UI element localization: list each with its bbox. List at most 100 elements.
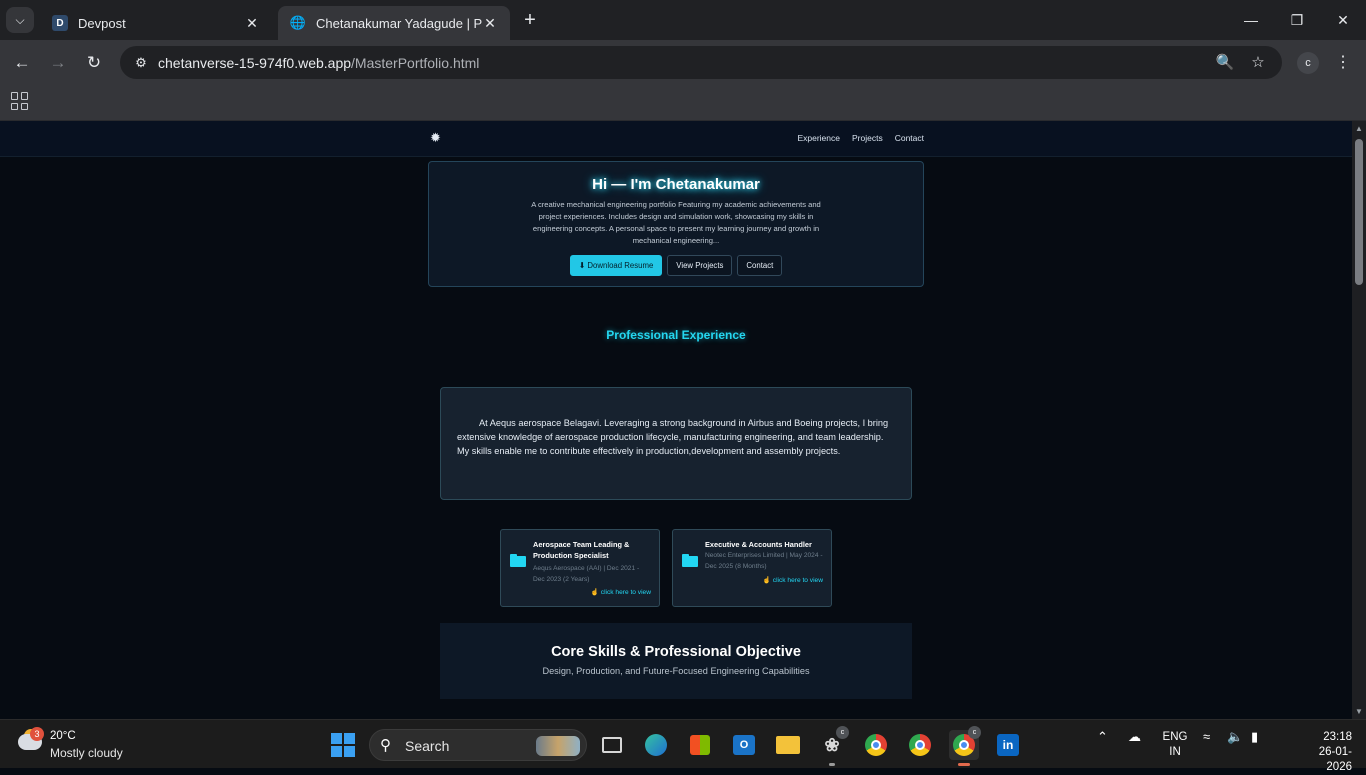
- pointer-hand-icon: ☝: [590, 589, 601, 596]
- devpost-favicon-icon: D: [52, 15, 68, 31]
- browser-toolbar: ← → ↻ ⚙ chetanverse-15-974f0.web.app/Mas…: [0, 40, 1366, 85]
- card-view-label: click here to view: [772, 577, 823, 584]
- weather-badge: 3: [30, 727, 44, 741]
- tab-title: Devpost: [78, 15, 126, 31]
- language-line2: IN: [1169, 746, 1181, 758]
- profile-avatar[interactable]: c: [1297, 52, 1319, 74]
- taskbar-search[interactable]: ⚲ Search: [369, 729, 587, 761]
- scrollbar-thumb[interactable]: [1355, 139, 1363, 285]
- browser-tab-strip: ⌵ D Devpost ✕ 🌐 Chetanakumar Yadagude | …: [0, 0, 1366, 40]
- experience-section-title: Professional Experience: [606, 328, 746, 342]
- minimize-window-button[interactable]: —: [1228, 0, 1274, 40]
- windows-logo-icon: [331, 733, 355, 757]
- tab-devpost[interactable]: D Devpost ✕: [40, 6, 272, 40]
- globe-favicon-icon: 🌐: [289, 15, 307, 30]
- hero-section: Hi — I'm Chetanakumar A creative mechani…: [428, 161, 924, 287]
- card-title: Aerospace Team Leading & Production Spec…: [533, 540, 630, 560]
- linkedin-icon[interactable]: in: [993, 730, 1023, 760]
- skills-title: Core Skills & Professional Objective: [551, 644, 801, 660]
- bookmark-star-icon[interactable]: ☆: [1247, 52, 1269, 74]
- scroll-down-icon[interactable]: ▼: [1355, 707, 1363, 716]
- battery-icon[interactable]: ▮: [1251, 729, 1258, 745]
- close-tab-icon[interactable]: ✕: [244, 15, 260, 32]
- skills-section: Core Skills & Professional Objective Des…: [440, 623, 912, 699]
- card-title: Executive & Accounts Handler: [705, 540, 812, 549]
- edge-icon[interactable]: [641, 730, 671, 760]
- app-badge: c: [836, 726, 849, 739]
- card-view-label: click here to view: [600, 589, 651, 596]
- download-resume-label: Download Resume: [587, 261, 654, 270]
- experience-summary-text: At Aequs aerospace Belagavi. Leveraging …: [457, 418, 889, 456]
- card-meta: Aequs Aerospace (AAI) | Dec 2021 - Dec 2…: [533, 565, 640, 583]
- experience-card-neotec[interactable]: Executive & Accounts Handler Neotec Ente…: [672, 529, 832, 607]
- tab-search-button[interactable]: ⌵: [6, 7, 34, 33]
- browser-menu-icon[interactable]: ⋮: [1332, 50, 1354, 76]
- volume-icon[interactable]: 🔈: [1227, 729, 1243, 745]
- search-icon: ⚲: [380, 737, 391, 754]
- new-tab-button[interactable]: +: [518, 8, 542, 32]
- gear-icon[interactable]: ✹: [430, 130, 441, 146]
- chrome-profile-icon[interactable]: [905, 730, 935, 760]
- tab-title: Chetanakumar Yadagude | Portf: [316, 15, 482, 31]
- chevron-up-icon[interactable]: ⌃: [1097, 729, 1108, 745]
- search-label: Search: [405, 738, 450, 754]
- weather-temp: 20°C: [50, 730, 76, 742]
- address-bar[interactable]: ⚙ chetanverse-15-974f0.web.app/MasterPor…: [120, 46, 1282, 79]
- nav-link-experience[interactable]: Experience: [797, 133, 840, 143]
- app-badge: c: [968, 726, 981, 739]
- tab-portfolio[interactable]: 🌐 Chetanakumar Yadagude | Portf ✕: [278, 6, 510, 40]
- nav-link-contact[interactable]: Contact: [895, 133, 924, 143]
- restore-window-button[interactable]: ❐: [1274, 0, 1320, 40]
- card-view-link[interactable]: ☝ click here to view: [763, 576, 823, 584]
- site-navbar: ✹ Experience Projects Contact: [0, 121, 1352, 157]
- hero-description: A creative mechanical engineering portfo…: [531, 200, 821, 245]
- chatgpt-icon[interactable]: ❀ c: [817, 726, 849, 766]
- site-info-icon[interactable]: ⚙: [126, 55, 156, 71]
- language-line1: ENG: [1162, 731, 1188, 743]
- chrome-active-icon[interactable]: c: [949, 726, 981, 766]
- task-view-icon[interactable]: [597, 730, 627, 760]
- start-button[interactable]: [328, 730, 358, 760]
- pointer-hand-icon: ☝: [762, 577, 773, 584]
- url-host: chetanverse-15-974f0.web.app: [158, 54, 352, 71]
- close-window-button[interactable]: ✕: [1320, 0, 1366, 40]
- clock-time: 23:18: [1323, 731, 1352, 743]
- chrome-icon[interactable]: [861, 730, 891, 760]
- clock[interactable]: 23:18 26-01-2026: [1296, 730, 1352, 775]
- experience-card-aequs[interactable]: Aerospace Team Leading & Production Spec…: [500, 529, 660, 607]
- url-text[interactable]: chetanverse-15-974f0.web.app/MasterPortf…: [158, 55, 479, 71]
- folder-icon: [510, 554, 526, 567]
- contact-button[interactable]: Contact: [737, 255, 783, 276]
- url-path: /MasterPortfolio.html: [351, 54, 480, 71]
- close-tab-icon[interactable]: ✕: [482, 15, 498, 32]
- download-resume-button[interactable]: ⬇ Download Resume: [569, 255, 663, 276]
- forward-button[interactable]: →: [45, 50, 71, 76]
- back-button[interactable]: ←: [9, 50, 35, 76]
- weather-widget[interactable]: 3 20°C Mostly cloudy: [16, 727, 136, 762]
- card-meta: Neotec Enterprises Limited | May 2024 - …: [705, 552, 823, 570]
- site-nav-links: Experience Projects Contact: [797, 133, 924, 143]
- web-page: ✹ Experience Projects Contact Hi — I'm C…: [0, 121, 1352, 719]
- scroll-up-icon[interactable]: ▲: [1355, 124, 1363, 133]
- clock-date: 26-01-2026: [1318, 746, 1352, 773]
- zoom-icon[interactable]: 🔍: [1214, 52, 1236, 74]
- reload-button[interactable]: ↻: [81, 50, 107, 76]
- file-explorer-icon[interactable]: [773, 730, 803, 760]
- experience-summary-box: At Aequs aerospace Belagavi. Leveraging …: [440, 387, 912, 500]
- page-scrollbar[interactable]: ▲ ▼: [1352, 121, 1366, 719]
- language-indicator[interactable]: ENG IN: [1160, 730, 1190, 760]
- onedrive-icon[interactable]: ☁: [1128, 729, 1141, 745]
- outlook-icon[interactable]: O: [729, 730, 759, 760]
- nav-link-projects[interactable]: Projects: [852, 133, 883, 143]
- skills-subtitle: Design, Production, and Future-Focused E…: [542, 666, 810, 676]
- apps-grid-icon[interactable]: [11, 92, 29, 110]
- microsoft-store-icon[interactable]: [685, 730, 715, 760]
- card-view-link[interactable]: ☝ click here to view: [591, 588, 651, 596]
- bookmarks-bar: [0, 85, 1366, 121]
- view-projects-button[interactable]: View Projects: [667, 255, 733, 276]
- windows-taskbar: 3 20°C Mostly cloudy ⚲ Search O ❀ c c in …: [0, 719, 1366, 773]
- hero-heading: Hi — I'm Chetanakumar: [592, 176, 760, 193]
- wifi-icon[interactable]: ≈: [1203, 729, 1210, 744]
- folder-icon: [682, 554, 698, 567]
- hero-buttons: ⬇ Download Resume View Projects Contact: [429, 255, 923, 276]
